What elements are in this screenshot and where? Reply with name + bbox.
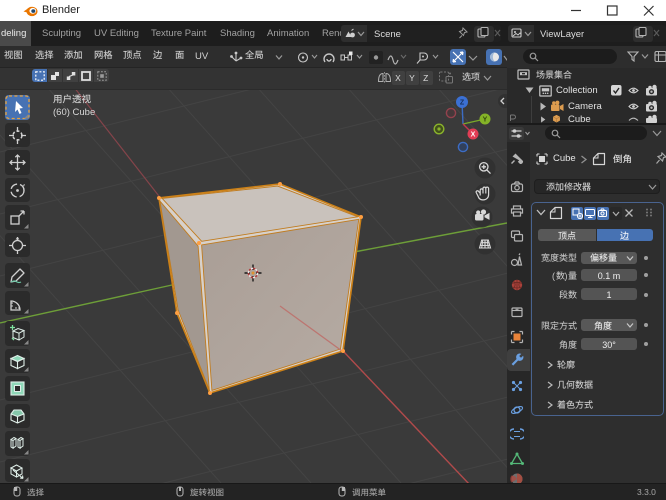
svg-text:Z: Z [460, 100, 465, 107]
svg-text:X: X [471, 131, 476, 138]
svg-text:Y: Y [483, 116, 488, 123]
